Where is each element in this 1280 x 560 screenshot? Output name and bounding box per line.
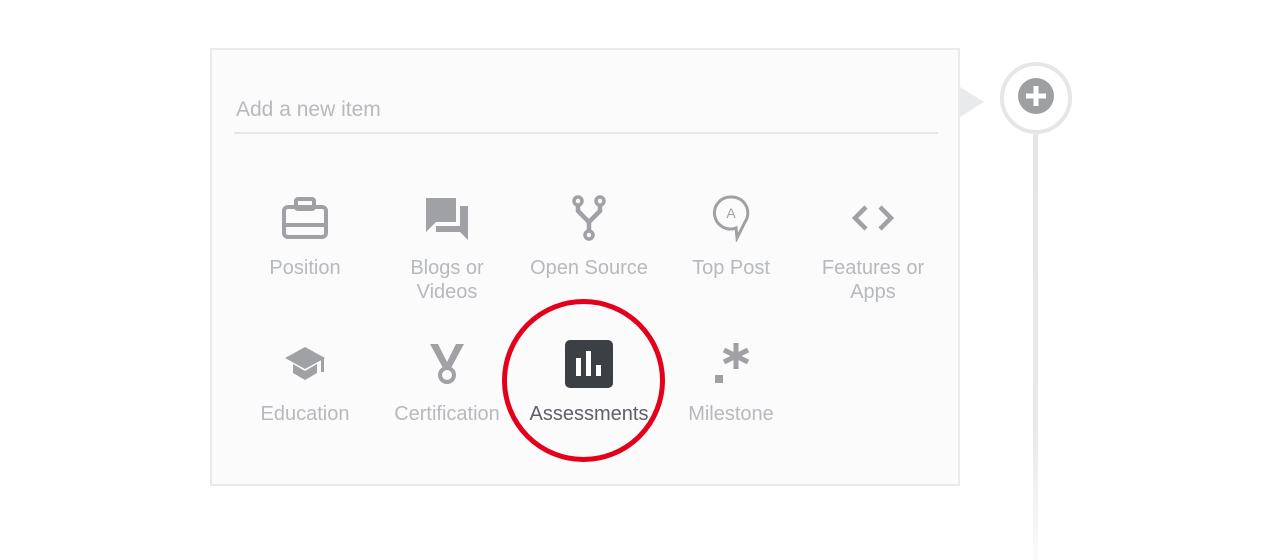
item-type-label: Assessments <box>529 403 649 425</box>
post-pin-icon: A <box>707 194 755 242</box>
item-type-label: Education <box>260 403 350 425</box>
bar-chart-icon <box>565 340 613 388</box>
item-type-label: Features or Apps <box>821 257 925 303</box>
item-type-certification[interactable]: Certification <box>376 336 518 446</box>
new-item-input[interactable] <box>234 88 938 134</box>
item-type-position[interactable]: Position <box>234 190 376 300</box>
briefcase-icon <box>281 194 329 242</box>
fork-icon <box>565 194 613 242</box>
chat-bubbles-icon <box>423 194 471 242</box>
svg-text:A: A <box>726 205 736 221</box>
item-type-assessments[interactable]: Assessments <box>518 336 660 446</box>
item-type-education[interactable]: Education <box>234 336 376 446</box>
item-type-open-source[interactable]: Open Source <box>518 190 660 300</box>
item-type-label: Position <box>269 257 341 279</box>
item-type-label: Certification <box>394 403 500 425</box>
panel-pointer-arrow <box>960 87 984 117</box>
item-type-milestone[interactable]: Milestone <box>660 336 802 446</box>
item-type-label: Blogs or Videos <box>410 257 484 303</box>
medal-icon <box>423 340 471 388</box>
item-type-blogs-or-videos[interactable]: Blogs or Videos <box>376 190 518 303</box>
asterisk-icon <box>707 340 755 388</box>
code-brackets-icon <box>849 194 897 242</box>
add-item-button[interactable] <box>1000 62 1072 134</box>
timeline-line <box>1033 134 1038 560</box>
item-type-label: Milestone <box>688 403 774 425</box>
graduation-cap-icon <box>281 340 329 388</box>
item-type-label: Top Post <box>692 257 770 279</box>
item-type-top-post[interactable]: A Top Post <box>660 190 802 300</box>
plus-circle-icon <box>1018 77 1054 119</box>
item-type-features-or-apps[interactable]: Features or Apps <box>802 190 944 303</box>
add-item-panel: Position Blogs or Videos Open Source <box>210 48 960 486</box>
item-type-label: Open Source <box>530 257 648 279</box>
